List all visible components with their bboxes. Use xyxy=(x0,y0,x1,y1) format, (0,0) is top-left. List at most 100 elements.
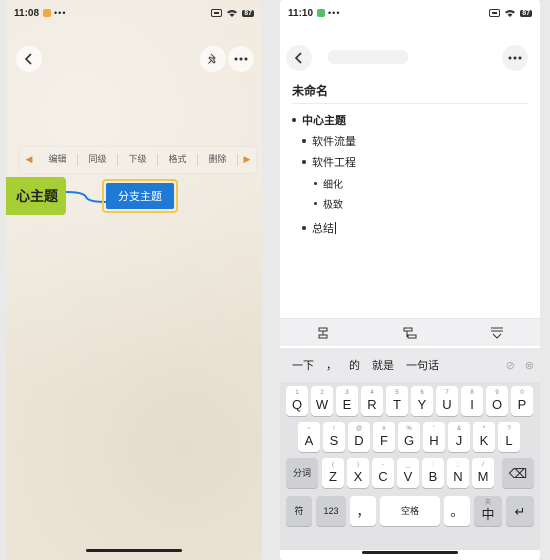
key-x[interactable]: ) X xyxy=(347,458,369,488)
bullet-icon xyxy=(314,202,317,205)
key-label: A xyxy=(304,433,314,448)
number-key[interactable]: 123 xyxy=(316,496,346,526)
key-u[interactable]: 7U xyxy=(436,386,458,416)
toolbar-child[interactable]: 下级 xyxy=(118,154,158,166)
home-indicator xyxy=(362,551,458,554)
toolbar-prev-icon[interactable]: ◀ xyxy=(20,155,38,165)
candidate-word[interactable]: 一下 xyxy=(286,357,320,373)
key-g[interactable]: % G xyxy=(398,422,420,452)
key-label: ⌫ xyxy=(508,465,528,481)
key-q[interactable]: 1Q xyxy=(286,386,308,416)
toolbar-sibling[interactable]: 同级 xyxy=(78,154,118,166)
collapse-keyboard-icon[interactable] xyxy=(490,327,504,339)
text-cursor xyxy=(335,222,336,234)
key-o[interactable]: 9O xyxy=(486,386,508,416)
key-f[interactable]: # F xyxy=(373,422,395,452)
outline-item[interactable]: 细化 xyxy=(314,176,343,191)
key-sub-label: 4 xyxy=(370,390,374,396)
more-button[interactable] xyxy=(502,45,528,71)
center-topic-node[interactable]: 心主题 xyxy=(6,177,66,215)
outline-item-text: 软件工程 xyxy=(312,156,356,169)
outline-item[interactable]: 总结 xyxy=(302,220,336,236)
key-sub-label: ; xyxy=(457,462,459,468)
key-y[interactable]: 6Y xyxy=(411,386,433,416)
key-sub-label: : xyxy=(432,462,434,468)
key-label: C xyxy=(378,469,388,484)
more-button[interactable] xyxy=(228,46,254,72)
status-bar: 11:10 ••• 87 xyxy=(280,0,540,26)
key-sub-label: ) xyxy=(357,462,359,468)
language-switch-key[interactable]: 英中 xyxy=(474,496,502,526)
mindmap-screen: 11:08 ••• 87 ◀ 编辑 同级 下级 格式 删除 ▶ 心主题 分支主题 xyxy=(6,0,262,560)
back-icon xyxy=(24,53,32,65)
title-divider xyxy=(292,103,528,104)
key-v[interactable]: _ V xyxy=(397,458,419,488)
key-b[interactable]: :B xyxy=(422,458,444,488)
outdent-icon[interactable] xyxy=(403,327,417,339)
link-icon[interactable]: ⊘ xyxy=(506,359,515,372)
key-label: M xyxy=(477,469,489,484)
key-label: L xyxy=(505,433,513,448)
toolbar-edit[interactable]: 编辑 xyxy=(38,154,78,166)
enter-key[interactable]: ↵ xyxy=(506,496,534,526)
segment-key[interactable]: 分词 xyxy=(286,458,318,488)
key-i[interactable]: 8I xyxy=(461,386,483,416)
pin-icon xyxy=(208,53,216,64)
key-c[interactable]: -C xyxy=(372,458,394,488)
key-n[interactable]: ; N xyxy=(447,458,469,488)
key-label: R xyxy=(367,397,377,412)
close-icon[interactable]: ⊗ xyxy=(525,359,534,372)
key-e[interactable]: 3E xyxy=(336,386,358,416)
key-sub-label: 6 xyxy=(420,390,424,396)
document-title[interactable]: 未命名 xyxy=(292,82,328,99)
toolbar-format[interactable]: 格式 xyxy=(158,154,198,166)
key-a[interactable]: ~ A xyxy=(298,422,320,452)
status-time: 11:08 xyxy=(14,7,40,19)
candidate-word[interactable]: 一句话 xyxy=(400,357,445,373)
key-r[interactable]: 4R xyxy=(361,386,383,416)
key-label: 符 xyxy=(294,505,304,516)
outline-item[interactable]: 中心主题 xyxy=(292,112,346,128)
pin-button[interactable] xyxy=(200,46,226,72)
key-d[interactable]: @ D xyxy=(348,422,370,452)
key-p[interactable]: 0P xyxy=(511,386,533,416)
more-icon xyxy=(234,57,248,61)
toolbar-next-icon[interactable]: ▶ xyxy=(238,155,256,165)
period-key[interactable]: 。 xyxy=(444,496,470,526)
key-l[interactable]: ? L xyxy=(498,422,520,452)
key-label: T xyxy=(393,397,401,412)
key-s[interactable]: ! S xyxy=(323,422,345,452)
comma-key[interactable]: ， xyxy=(350,496,376,526)
delete-key[interactable]: ⌫ xyxy=(502,458,534,488)
key-sub-label: # xyxy=(382,426,386,432)
space-key[interactable]: 空格 xyxy=(380,496,440,526)
key-j[interactable]: & J xyxy=(448,422,470,452)
wifi-icon xyxy=(505,9,516,17)
key-z[interactable]: (Z xyxy=(322,458,344,488)
symbol-key[interactable]: 符 xyxy=(286,496,312,526)
key-label: B xyxy=(428,469,438,484)
back-button[interactable] xyxy=(286,45,312,71)
key-label: ↵ xyxy=(514,503,526,519)
outline-item[interactable]: 软件工程 xyxy=(302,154,356,170)
outline-item[interactable]: 软件流量 xyxy=(302,133,356,149)
key-sub-label: ? xyxy=(507,426,511,432)
battery-icon: 87 xyxy=(520,9,532,17)
key-k[interactable]: * K xyxy=(473,422,495,452)
outline-item[interactable]: 极致 xyxy=(314,196,343,211)
key-label: 空格 xyxy=(400,505,419,516)
back-button[interactable] xyxy=(16,46,42,72)
candidate-word[interactable]: 就是 xyxy=(366,357,400,373)
key-h[interactable]: ' H xyxy=(423,422,445,452)
candidate-word[interactable]: ， xyxy=(320,357,343,373)
branch-topic-node[interactable]: 分支主题 xyxy=(102,179,178,213)
sim-icon xyxy=(211,9,223,17)
key-m[interactable]: / M xyxy=(472,458,494,488)
key-label: U xyxy=(442,397,452,412)
toolbar-delete[interactable]: 删除 xyxy=(198,154,238,166)
candidate-word[interactable]: 的 xyxy=(343,357,366,373)
key-t[interactable]: 5T xyxy=(386,386,408,416)
key-w[interactable]: 2W xyxy=(311,386,333,416)
bullet-icon xyxy=(302,160,306,164)
indent-icon[interactable] xyxy=(316,327,330,339)
